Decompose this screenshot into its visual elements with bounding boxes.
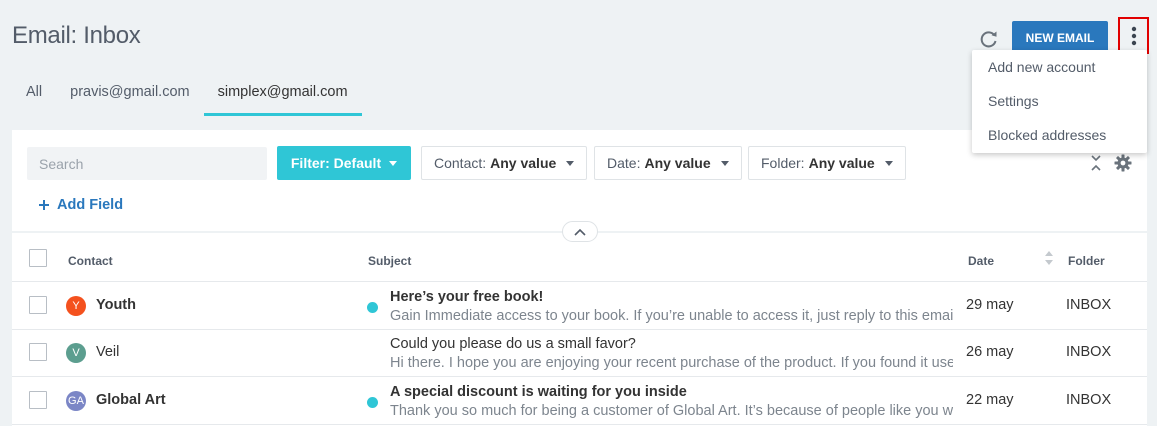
caret-down-icon bbox=[884, 160, 893, 166]
plus-icon bbox=[39, 200, 49, 210]
filter-preset-label: Filter: Default bbox=[290, 155, 382, 171]
menu-item-add-account[interactable]: Add new account bbox=[972, 50, 1147, 84]
sort-icon[interactable] bbox=[1044, 250, 1054, 266]
menu-item-settings[interactable]: Settings bbox=[972, 84, 1147, 118]
tab-simplex[interactable]: simplex@gmail.com bbox=[203, 76, 362, 116]
caret-down-icon bbox=[720, 160, 729, 166]
refresh-button[interactable] bbox=[976, 26, 1002, 52]
add-field-button[interactable]: Add Field bbox=[39, 197, 123, 213]
account-tabs: All pravis@gmail.com simplex@gmail.com bbox=[12, 76, 362, 116]
subject-title: Could you please do us a small favor? bbox=[390, 336, 636, 352]
email-folder: INBOX bbox=[1066, 392, 1112, 408]
toggle-filters-button[interactable] bbox=[562, 221, 598, 242]
email-subject[interactable]: A special discount is waiting for you in… bbox=[390, 382, 953, 421]
subject-preview: Thank you so much for being a customer o… bbox=[390, 403, 953, 419]
row-checkbox[interactable] bbox=[29, 391, 47, 409]
email-folder: INBOX bbox=[1066, 344, 1112, 360]
refresh-icon bbox=[980, 31, 997, 48]
inbox-panel: Filter: Default Contact: Any value Date:… bbox=[12, 130, 1147, 426]
tab-pravis[interactable]: pravis@gmail.com bbox=[56, 76, 203, 116]
unread-indicator bbox=[367, 397, 378, 408]
email-date: 22 may bbox=[966, 392, 1014, 408]
collapse-icon[interactable] bbox=[1089, 154, 1103, 172]
subject-preview: Hi there. I hope you are enjoying your r… bbox=[390, 355, 953, 371]
tab-all[interactable]: All bbox=[12, 76, 56, 116]
column-date[interactable]: Date bbox=[968, 254, 994, 268]
avatar: V bbox=[66, 343, 86, 363]
contact-filter-label: Contact: bbox=[434, 155, 487, 171]
caret-down-icon bbox=[566, 160, 575, 166]
select-all-checkbox[interactable] bbox=[29, 249, 47, 267]
page-title: Email: Inbox bbox=[12, 22, 141, 49]
contact-name[interactable]: Global Art bbox=[96, 392, 166, 408]
subject-title: Here’s your free book! bbox=[390, 289, 544, 305]
email-folder: INBOX bbox=[1066, 297, 1112, 313]
date-filter-select[interactable]: Date: Any value bbox=[594, 146, 742, 180]
contact-name[interactable]: Youth bbox=[96, 297, 136, 313]
email-date: 29 may bbox=[966, 297, 1014, 313]
column-folder[interactable]: Folder bbox=[1068, 254, 1105, 268]
subject-title: A special discount is waiting for you in… bbox=[390, 384, 687, 400]
chevron-up-icon bbox=[574, 228, 586, 236]
grid-header: Contact Subject Date Folder bbox=[12, 240, 1147, 282]
search-input[interactable] bbox=[27, 147, 267, 180]
email-subject[interactable]: Could you please do us a small favor? Hi… bbox=[390, 334, 953, 373]
email-row[interactable]: V Veil Could you please do us a small fa… bbox=[12, 329, 1147, 377]
more-options-button[interactable] bbox=[1118, 17, 1149, 54]
filter-preset-button[interactable]: Filter: Default bbox=[277, 146, 411, 180]
email-row[interactable]: Y Youth Here’s your free book! Gain Imme… bbox=[12, 282, 1147, 330]
date-filter-label: Date: bbox=[607, 155, 641, 171]
row-checkbox[interactable] bbox=[29, 343, 47, 361]
email-subject[interactable]: Here’s your free book! Gain Immediate ac… bbox=[390, 287, 953, 326]
avatar: GA bbox=[66, 391, 86, 411]
gear-icon[interactable] bbox=[1114, 154, 1132, 172]
folder-filter-value: Any value bbox=[808, 155, 875, 171]
email-row[interactable]: GA Global Art A special discount is wait… bbox=[12, 377, 1147, 425]
subject-preview: Gain Immediate access to your book. If y… bbox=[390, 308, 953, 324]
contact-name[interactable]: Veil bbox=[96, 344, 119, 360]
column-contact[interactable]: Contact bbox=[68, 254, 113, 268]
vertical-dots-icon bbox=[1131, 26, 1136, 45]
unread-indicator bbox=[367, 302, 378, 313]
email-date: 26 may bbox=[966, 344, 1014, 360]
row-checkbox[interactable] bbox=[29, 296, 47, 314]
column-subject[interactable]: Subject bbox=[368, 254, 411, 268]
folder-filter-label: Folder: bbox=[761, 155, 805, 171]
more-options-menu: Add new account Settings Blocked address… bbox=[972, 50, 1147, 153]
contact-filter-value: Any value bbox=[490, 155, 557, 171]
date-filter-value: Any value bbox=[644, 155, 711, 171]
folder-filter-select[interactable]: Folder: Any value bbox=[748, 146, 906, 180]
contact-filter-select[interactable]: Contact: Any value bbox=[421, 146, 588, 180]
menu-item-blocked-addresses[interactable]: Blocked addresses bbox=[972, 118, 1147, 152]
avatar: Y bbox=[66, 296, 86, 316]
caret-down-icon bbox=[389, 160, 398, 166]
add-field-label: Add Field bbox=[57, 197, 124, 213]
